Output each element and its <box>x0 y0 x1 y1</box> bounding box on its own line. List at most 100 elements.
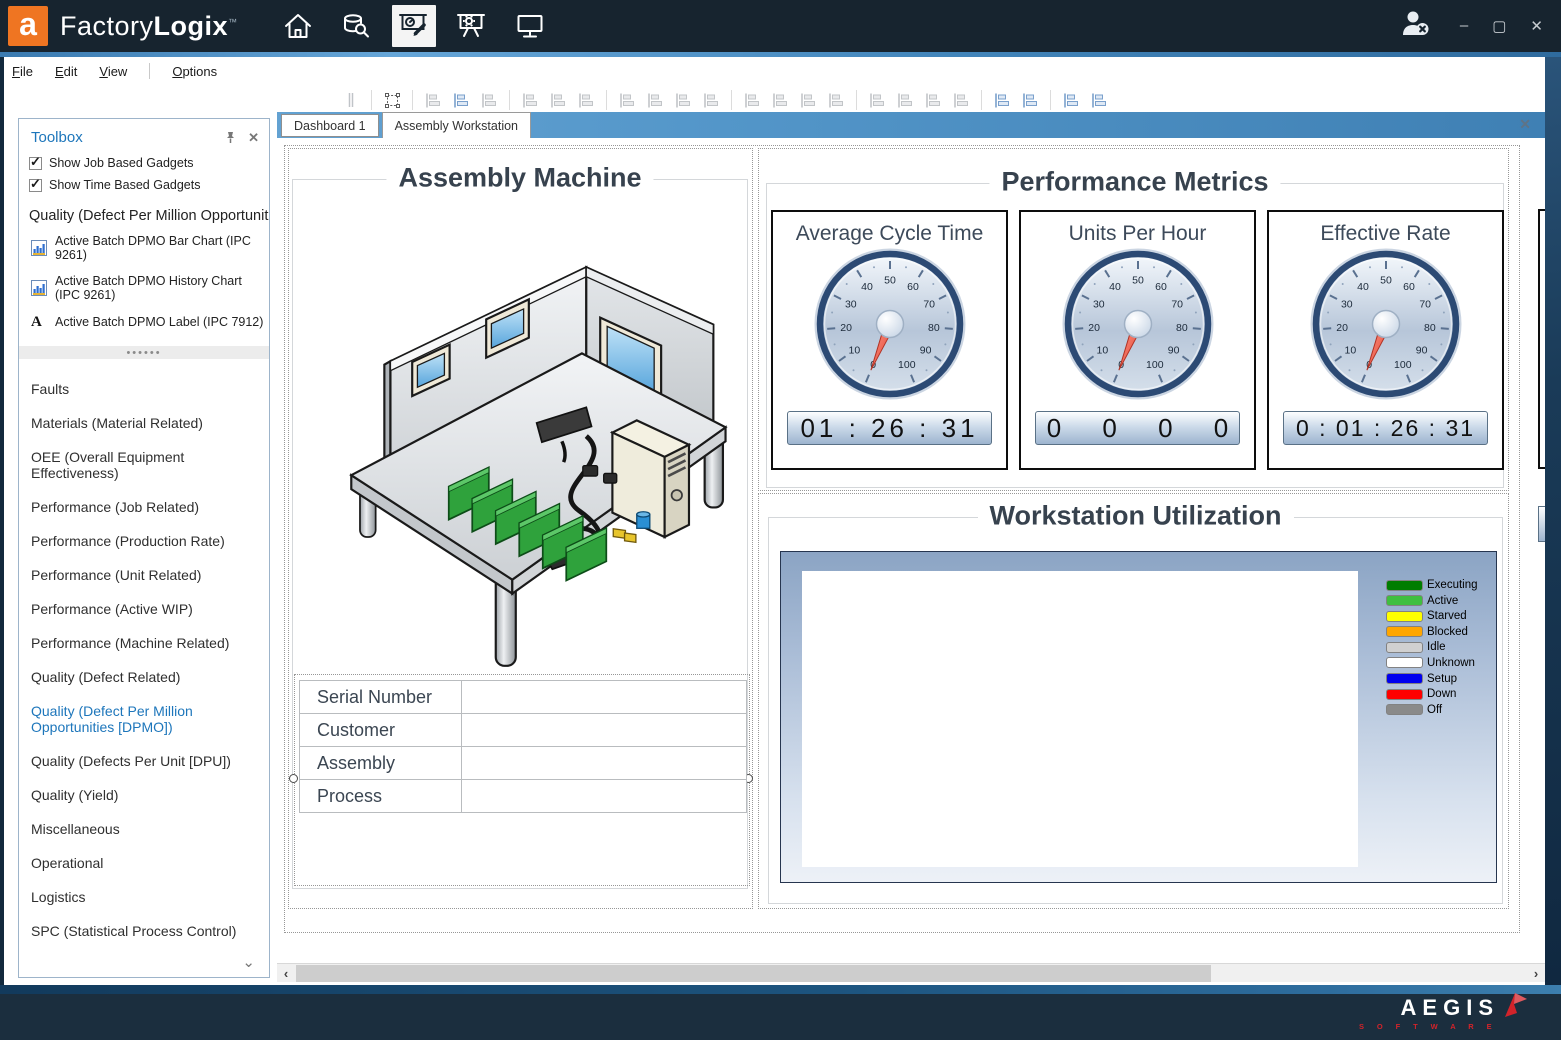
make-same-height-button[interactable] <box>644 90 666 110</box>
toolbox-splitter[interactable]: •••••• <box>19 346 269 359</box>
toolbox-category-miscellaneous[interactable]: Miscellaneous <box>29 813 247 845</box>
toolbox-gadget-item[interactable]: AActive Batch DPMO Label (IPC 7912) <box>19 308 269 336</box>
workstation-utilization-group[interactable]: Workstation Utilization ExecutingActiveS… <box>768 517 1503 904</box>
menu-separator <box>149 63 150 79</box>
gauge-dial: 0102030405060708090100 <box>810 246 970 409</box>
scrollbar-thumb[interactable] <box>296 965 1211 982</box>
tab-assembly-workstation[interactable]: Assembly Workstation <box>382 112 531 138</box>
design-canvas[interactable]: Assembly Machine <box>277 138 1545 963</box>
align-middles-button[interactable] <box>547 90 569 110</box>
minimize-button[interactable]: – <box>1460 17 1468 35</box>
increase-spacing-across-button[interactable] <box>769 90 791 110</box>
toolbox-category-performance-unit-related[interactable]: Performance (Unit Related) <box>29 559 247 591</box>
titlebar-nav <box>276 5 552 47</box>
horizontal-scrollbar[interactable]: ‹ › <box>277 963 1545 982</box>
toolbar-grip[interactable] <box>340 90 362 110</box>
toolbox-close-icon[interactable]: ✕ <box>248 130 259 146</box>
monitor-icon[interactable] <box>508 5 552 47</box>
increase-spacing-down-button[interactable] <box>894 90 916 110</box>
align-lefts-button[interactable] <box>422 90 444 110</box>
align-rights-button[interactable] <box>478 90 500 110</box>
assembly-machine-group[interactable]: Assembly Machine <box>292 179 748 889</box>
tab-close-icon[interactable]: ✕ <box>1519 116 1531 133</box>
table-row: Process <box>300 780 747 813</box>
toolbox-category-performance-job-related[interactable]: Performance (Job Related) <box>29 491 247 523</box>
toolbox-category-materials-material-related[interactable]: Materials (Material Related) <box>29 407 247 439</box>
bring-to-front-button[interactable] <box>1060 90 1082 110</box>
resize-handle-left[interactable] <box>289 774 298 783</box>
pin-icon[interactable] <box>225 131 236 144</box>
checkbox[interactable]: ✓ <box>29 179 42 192</box>
gauge-panel-effective-rate[interactable]: Effective Rate 0102030405060708090100 0 … <box>1267 210 1504 470</box>
checkbox[interactable]: ✓ <box>29 157 42 170</box>
equal-spacing-across-button[interactable] <box>741 90 763 110</box>
remove-spacing-down-button[interactable] <box>950 90 972 110</box>
row-label: Assembly <box>300 747 462 780</box>
equal-spacing-down-button[interactable] <box>866 90 888 110</box>
center-horizontally-button[interactable] <box>991 90 1013 110</box>
size-to-grid-button[interactable] <box>700 90 722 110</box>
svg-text:10: 10 <box>848 344 860 356</box>
toolbox-category-faults[interactable]: Faults <box>29 373 247 405</box>
toolbox-category-quality-defect-per-million-opportunities-dpmo[interactable]: Quality (Defect Per Million Opportunitie… <box>29 695 247 743</box>
align-tops-button[interactable] <box>519 90 541 110</box>
send-to-back-button[interactable] <box>1088 90 1110 110</box>
workbench-illustration <box>307 208 735 678</box>
make-same-width-button[interactable] <box>616 90 638 110</box>
decrease-spacing-across-button[interactable] <box>797 90 819 110</box>
svg-text:90: 90 <box>1167 344 1179 356</box>
toolbox-category-performance-active-wip[interactable]: Performance (Active WIP) <box>29 593 247 625</box>
center-vertically-button[interactable] <box>1019 90 1041 110</box>
user-disconnected-icon[interactable] <box>1400 9 1434 44</box>
remove-spacing-across-button[interactable] <box>825 90 847 110</box>
transform-tool-button[interactable] <box>381 90 403 110</box>
align-bottoms-button[interactable] <box>575 90 597 110</box>
gadget-label: Active Batch DPMO Bar Chart (IPC 9261) <box>55 234 269 262</box>
toolbox-title: Toolbox <box>31 129 83 146</box>
make-same-size-button[interactable] <box>672 90 694 110</box>
scroll-right-arrow[interactable]: › <box>1527 964 1545 982</box>
brand-name: FactoryLogix™ <box>60 11 238 42</box>
svg-text:40: 40 <box>1357 281 1369 293</box>
toolbox-category-spc-statistical-process-control[interactable]: SPC (Statistical Process Control) <box>29 915 247 947</box>
dashboard-designer-icon[interactable] <box>392 5 436 47</box>
unit-info-table[interactable]: Serial NumberCustomerAssemblyProcess <box>299 680 747 813</box>
toolbar-separator <box>371 90 372 110</box>
toolbox-category-operational[interactable]: Operational <box>29 847 247 879</box>
row-label: Serial Number <box>300 681 462 714</box>
row-value <box>462 714 747 747</box>
toolbox-category-quality-yield[interactable]: Quality (Yield) <box>29 779 247 811</box>
decrease-spacing-down-button[interactable] <box>922 90 944 110</box>
menu-item-view[interactable]: View <box>99 64 127 79</box>
toolbox-category-quality-defects-per-unit-dpu[interactable]: Quality (Defects Per Unit [DPU]) <box>29 745 247 777</box>
toolbox-category-oee-overall-equipment-effectiveness[interactable]: OEE (Overall Equipment Effectiveness) <box>29 441 247 489</box>
menu-item-options[interactable]: Options <box>172 64 217 79</box>
svg-text:100: 100 <box>898 359 916 371</box>
menu-item-edit[interactable]: Edit <box>55 64 77 79</box>
menu-item-file[interactable]: File <box>12 64 33 79</box>
titlebar: a FactoryLogix™ – ▢ ✕ <box>0 0 1561 52</box>
toolbox-gadget-item[interactable]: Active Batch DPMO Bar Chart (IPC 9261) <box>19 228 269 268</box>
close-button[interactable]: ✕ <box>1530 17 1543 35</box>
toolbox-gadget-item[interactable]: Active Batch DPMO History Chart (IPC 926… <box>19 268 269 308</box>
bar-chart-icon <box>31 240 47 256</box>
home-icon[interactable] <box>276 5 320 47</box>
tab-dashboard-1[interactable]: Dashboard 1 <box>281 114 379 137</box>
svg-text:40: 40 <box>861 281 873 293</box>
svg-text:50: 50 <box>884 275 896 287</box>
toolbox-category-performance-production-rate[interactable]: Performance (Production Rate) <box>29 525 247 557</box>
scroll-down-chevron-icon[interactable]: ⌄ <box>242 953 255 971</box>
toolbox-category-quality-defect-related[interactable]: Quality (Defect Related) <box>29 661 247 693</box>
gauge-panel-average-cycle-time[interactable]: Average Cycle Time 010203040506070809010… <box>771 210 1008 470</box>
footer: AEGIS S O F T W A R E <box>0 994 1561 1040</box>
scroll-left-arrow[interactable]: ‹ <box>277 964 295 982</box>
align-centers-button[interactable] <box>450 90 472 110</box>
svg-text:30: 30 <box>1092 299 1104 311</box>
gauge-panel-units-per-hour[interactable]: Units Per Hour 0102030405060708090100 0 … <box>1019 210 1256 470</box>
performance-metrics-group[interactable]: Performance Metrics Average Cycle Time 0… <box>766 183 1504 488</box>
data-search-icon[interactable] <box>334 5 378 47</box>
dashboard-settings-icon[interactable] <box>450 5 494 47</box>
toolbox-category-logistics[interactable]: Logistics <box>29 881 247 913</box>
toolbox-category-performance-machine-related[interactable]: Performance (Machine Related) <box>29 627 247 659</box>
maximize-button[interactable]: ▢ <box>1492 17 1506 35</box>
